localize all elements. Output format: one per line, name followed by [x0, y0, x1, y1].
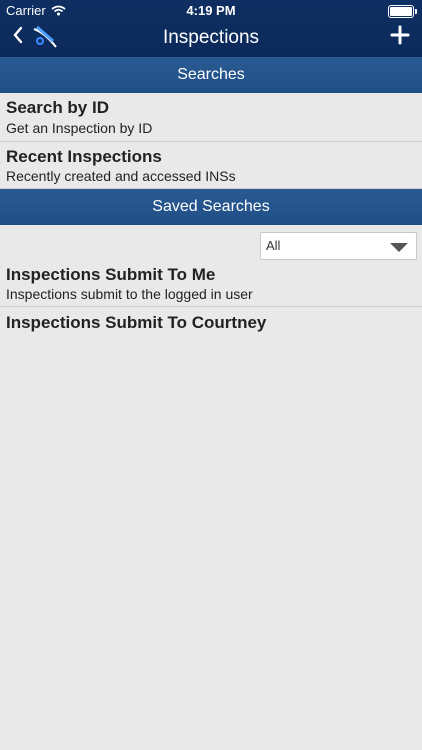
- row-title: Search by ID: [6, 98, 109, 117]
- clock: 4:19 PM: [186, 3, 236, 18]
- saved-searches-section-header: Saved Searches: [0, 189, 422, 225]
- filter-selected-value: All: [266, 238, 281, 253]
- battery-icon: [388, 5, 417, 18]
- saved-search-row[interactable]: Inspections Submit To Me Inspections sub…: [0, 260, 422, 307]
- row-title: Recent Inspections: [6, 147, 162, 166]
- dropdown-arrow-icon: [390, 243, 408, 252]
- page-title: Inspections: [162, 27, 260, 48]
- navigation-bar: Inspections: [0, 22, 422, 57]
- searches-section-header: Searches: [0, 57, 422, 93]
- top-bar: Carrier 4:19 PM Inspections: [0, 0, 422, 57]
- row-subtitle: Inspections submit to the logged in user: [6, 286, 253, 302]
- saved-search-row[interactable]: Inspections Submit To Courtney: [0, 307, 422, 339]
- row-subtitle: Recently created and accessed INSs: [6, 168, 236, 184]
- row-subtitle: Get an Inspection by ID: [6, 120, 153, 136]
- saved-search-filter-select[interactable]: All: [260, 232, 417, 260]
- row-title: Inspections Submit To Me: [6, 265, 216, 284]
- search-by-id-row[interactable]: Search by ID Get an Inspection by ID: [0, 93, 422, 142]
- row-title: Inspections Submit To Courtney: [6, 313, 267, 332]
- recent-inspections-row[interactable]: Recent Inspections Recently created and …: [0, 142, 422, 189]
- status-bar: Carrier 4:19 PM: [0, 0, 422, 22]
- add-button[interactable]: [390, 21, 410, 51]
- plus-icon: [390, 25, 410, 45]
